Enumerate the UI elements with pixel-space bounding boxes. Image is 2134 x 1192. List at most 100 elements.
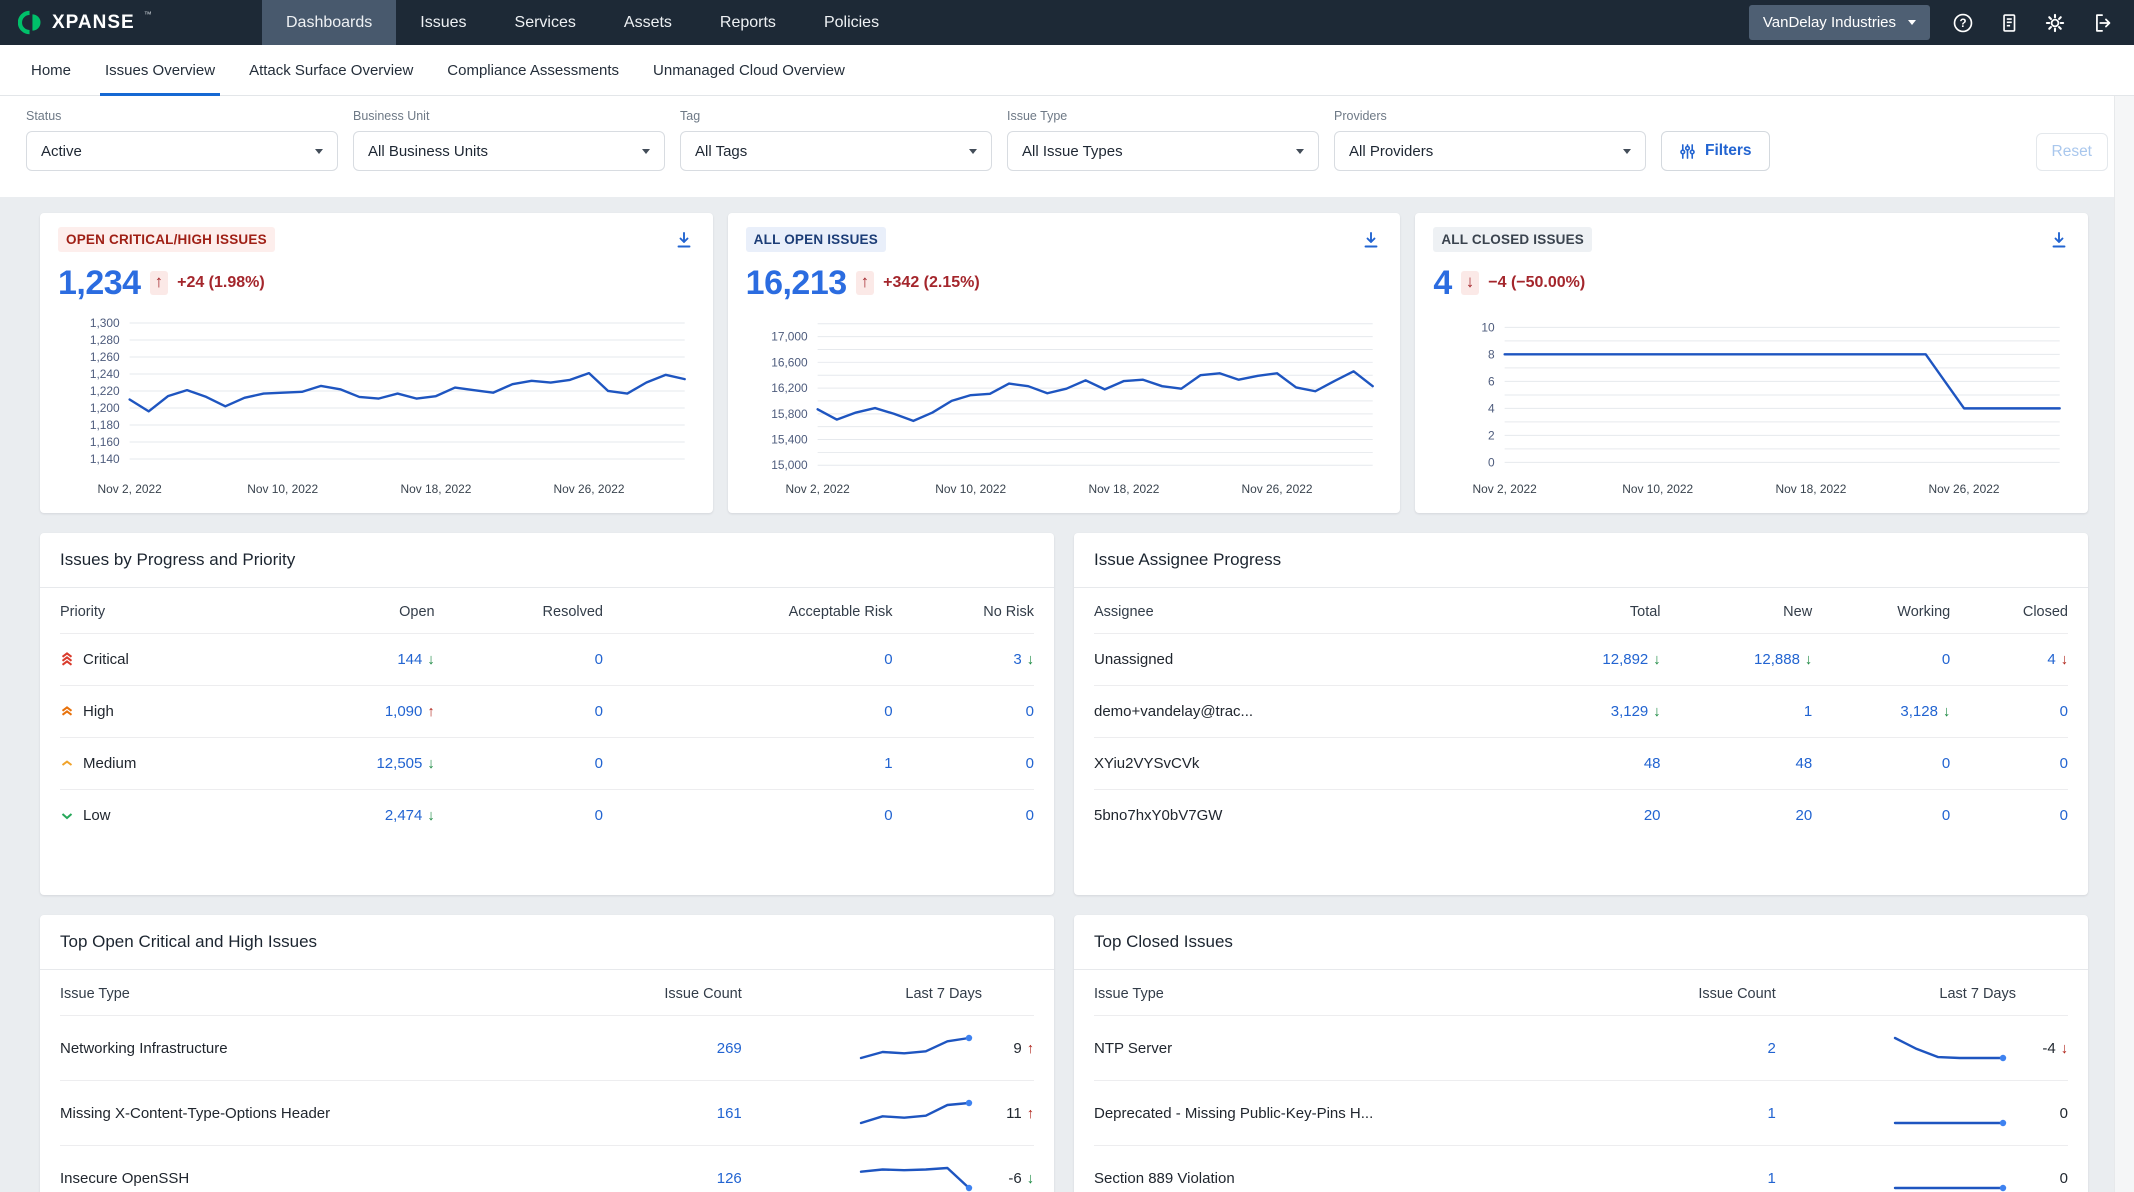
nav-item-assets[interactable]: Assets [600,0,696,45]
issue-count-link[interactable]: 1 [1767,1170,1775,1187]
scrollbar-track[interactable] [2114,96,2134,1192]
delta-value: -6 [1008,1170,1021,1187]
metric-link[interactable]: 1,090 [385,703,423,720]
metric-cell: 0 [435,686,603,738]
trend-up-icon: ↑ [150,271,169,295]
table-header-row: Issue TypeIssue CountLast 7 Days [60,970,1034,1016]
column-header-working: Working [1812,588,1950,634]
reset-button[interactable]: Reset [2036,133,2109,171]
metric-link[interactable]: 0 [1942,807,1950,824]
metric-link[interactable]: 0 [2060,755,2068,772]
priority-label: Medium [83,755,136,772]
filter-group-tag: Tag All Tags [680,109,992,171]
tab-issues-overview[interactable]: Issues Overview [88,45,232,95]
metric-link[interactable]: 3,129 [1611,703,1649,720]
filter-bar: StatusActiveBusiness UnitAll Business Un… [0,96,2134,197]
help-button[interactable]: ? [1950,10,1976,36]
metric-link[interactable]: 4 [2047,651,2055,668]
account-switcher[interactable]: VanDelay Industries [1749,5,1930,40]
status-select[interactable]: Active [26,131,338,171]
download-button[interactable] [2047,228,2071,252]
issue-count-link[interactable]: 126 [717,1170,742,1187]
metric-link[interactable]: 3,128 [1900,703,1938,720]
last-7-days-cell: -6↓ [742,1146,1034,1192]
providers-select[interactable]: All Providers [1334,131,1646,171]
tab-home[interactable]: Home [14,45,88,95]
download-button[interactable] [672,228,696,252]
release-notes-button[interactable] [1996,10,2022,36]
assignee-name-cell: 5bno7hxY0bV7GW [1094,790,1509,842]
issue-assignee-progress-card: Issue Assignee Progress AssigneeTotalNew… [1074,533,2088,895]
tag-select[interactable]: All Tags [680,131,992,171]
table-head: AssigneeTotalNewWorkingClosed [1094,588,2068,634]
logout-button[interactable] [2088,10,2114,36]
metric-link[interactable]: 12,888 [1754,651,1800,668]
metric-link[interactable]: 0 [595,807,603,824]
metric-link[interactable]: 3 [1013,651,1021,668]
metric-link[interactable]: 0 [595,651,603,668]
metric-link[interactable]: 48 [1644,755,1661,772]
metric-cell: 0 [1950,738,2068,790]
business-unit-select[interactable]: All Business Units [353,131,665,171]
svg-text:Nov 10, 2022: Nov 10, 2022 [1623,482,1694,496]
metric-link[interactable]: 20 [1795,807,1812,824]
priority-low-icon [60,808,74,824]
issue-count-link[interactable]: 1 [1767,1105,1775,1122]
filters-button[interactable]: Filters [1661,131,1770,171]
metric-link[interactable]: 144 [397,651,422,668]
metric-link[interactable]: 1 [1804,703,1812,720]
svg-text:1,220: 1,220 [90,384,120,398]
metric-link[interactable]: 0 [1026,703,1034,720]
select-value: All Tags [695,143,747,160]
metric-link[interactable]: 0 [1026,807,1034,824]
tab-attack-surface-overview[interactable]: Attack Surface Overview [232,45,430,95]
issue-count-link[interactable]: 161 [717,1105,742,1122]
issue-count-link[interactable]: 2 [1767,1040,1775,1057]
issue-type-select[interactable]: All Issue Types [1007,131,1319,171]
download-button[interactable] [1359,228,1383,252]
nav-item-issues[interactable]: Issues [396,0,490,45]
metric-link[interactable]: 20 [1644,807,1661,824]
metric-cell: 0 [435,790,603,842]
metric-link[interactable]: 2,474 [385,807,423,824]
brand[interactable]: XPANSE ™ [0,0,262,45]
issue-count-link[interactable]: 269 [717,1040,742,1057]
stat-card-row: OPEN CRITICAL/HIGH ISSUES1,234↑+24 (1.98… [40,213,2088,513]
delta-value: 0 [2060,1105,2068,1122]
column-header-last-7-days: Last 7 Days [742,970,1034,1016]
metric-link[interactable]: 48 [1795,755,1812,772]
metric-link[interactable]: 0 [2060,703,2068,720]
nav-item-reports[interactable]: Reports [696,0,800,45]
priority-label: Critical [83,651,129,668]
tab-unmanaged-cloud-overview[interactable]: Unmanaged Cloud Overview [636,45,862,95]
top-open-issues-table: Issue TypeIssue CountLast 7 DaysNetworki… [60,970,1034,1192]
metric-link[interactable]: 0 [884,703,892,720]
metric-link[interactable]: 0 [2060,807,2068,824]
metric-link[interactable]: 12,505 [376,755,422,772]
settings-button[interactable] [2042,10,2068,36]
metric-link[interactable]: 0 [884,651,892,668]
filter-label: Providers [1334,109,1646,123]
table-head: PriorityOpenResolvedAcceptable RiskNo Ri… [60,588,1034,634]
tab-compliance-assessments[interactable]: Compliance Assessments [430,45,636,95]
nav-item-policies[interactable]: Policies [800,0,903,45]
nav-item-dashboards[interactable]: Dashboards [262,0,396,45]
metric-link[interactable]: 0 [1942,755,1950,772]
card-title: Issue Assignee Progress [1074,533,2088,588]
trend-up-icon: ↑ [427,704,434,720]
chevron-down-icon [1623,149,1631,154]
delta-value: 0 [2060,1170,2068,1187]
metric-link[interactable]: 1 [884,755,892,772]
metric-link[interactable]: 0 [1942,651,1950,668]
metric-cell: 20 [1509,790,1661,842]
metric-link[interactable]: 12,892 [1602,651,1648,668]
nav-item-services[interactable]: Services [491,0,600,45]
metric-link[interactable]: 0 [1026,755,1034,772]
filter-label: Tag [680,109,992,123]
metric-link[interactable]: 0 [595,703,603,720]
metric-cell: 0 [1812,738,1950,790]
metric-link[interactable]: 0 [595,755,603,772]
metric-link[interactable]: 0 [884,807,892,824]
metric-cell: 0 [893,790,1034,842]
seven-day-delta: 0 [2028,1105,2068,1122]
